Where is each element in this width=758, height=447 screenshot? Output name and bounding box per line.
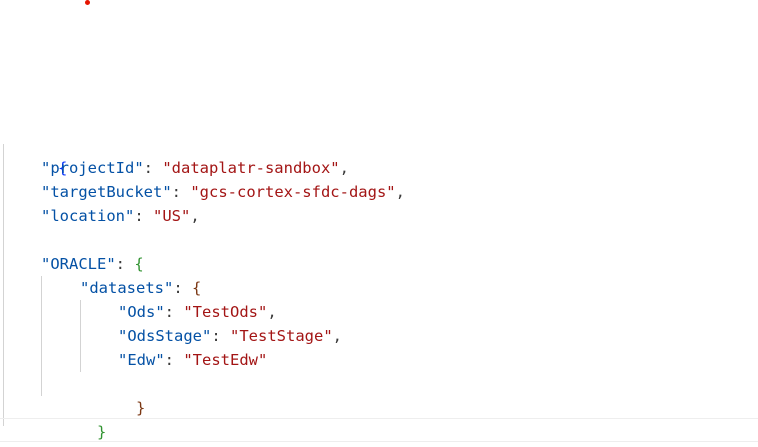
colon: :: [211, 327, 230, 345]
comma: ,: [190, 207, 200, 225]
json-key: "Ods": [118, 303, 165, 321]
json-string-value: "TestEdw": [183, 351, 268, 369]
code-line: "OdsStage": "TestStage",: [118, 324, 342, 348]
comma: ,: [339, 159, 349, 177]
json-key: "projectId": [41, 159, 144, 177]
json-string-value: "gcs-cortex-sfdc-dags": [190, 183, 396, 201]
json-key: "location": [41, 207, 135, 225]
code-line: "location": "US",: [41, 204, 200, 228]
comma: ,: [395, 183, 405, 201]
colon: :: [143, 159, 163, 177]
code-line: "Edw": "TestEdw": [118, 348, 267, 372]
code-line: }: [80, 372, 145, 417]
json-key: "ORACLE": [41, 255, 116, 273]
json-string-value: "dataplatr-sandbox": [162, 159, 340, 177]
json-key: "Edw": [118, 351, 165, 369]
editor-screenshot: { "projectId": "dataplatr-sandbox", "tar…: [0, 0, 758, 447]
indent-guide: [80, 300, 81, 372]
json-key: "targetBucket": [41, 183, 172, 201]
json-string-value: "US": [153, 207, 191, 225]
close-brace: }: [136, 399, 146, 417]
error-marker-icon: [85, 0, 90, 5]
open-brace: {: [134, 255, 144, 273]
indent-guide: [41, 276, 42, 396]
json-key: "OdsStage": [118, 327, 212, 345]
json-string-value: "TestOds": [183, 303, 268, 321]
code-line: "targetBucket": "gcs-cortex-sfdc-dags",: [41, 180, 405, 204]
code-line: "projectId": "dataplatr-sandbox",: [41, 156, 349, 180]
comma: ,: [332, 327, 342, 345]
code-line: }: [41, 396, 106, 441]
code-line: "Ods": "TestOds",: [118, 300, 277, 324]
code-line: "ORACLE": {: [41, 252, 144, 276]
colon: :: [164, 303, 184, 321]
colon: :: [171, 183, 191, 201]
code-line: }: [2, 420, 67, 444]
json-string-value: "TestStage": [230, 327, 333, 345]
json-code-editor[interactable]: { "projectId": "dataplatr-sandbox", "tar…: [0, 132, 758, 447]
code-line: {: [2, 132, 67, 177]
comma: ,: [267, 303, 277, 321]
colon: :: [115, 255, 135, 273]
colon: :: [134, 207, 153, 225]
code-line: "datasets": {: [80, 276, 201, 300]
json-key: "datasets": [80, 279, 174, 297]
colon: :: [164, 351, 184, 369]
open-brace: {: [192, 279, 202, 297]
colon: :: [173, 279, 192, 297]
close-brace: }: [97, 423, 107, 441]
